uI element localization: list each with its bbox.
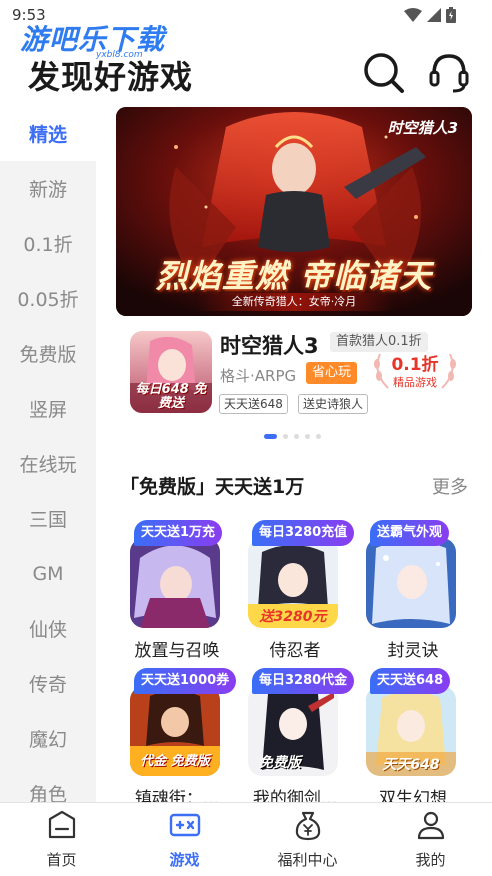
featured-chip-daily-648: 天天送648 xyxy=(219,394,288,414)
game-card[interactable]: 天天送1000券 代金 免费版 镇魂街：... xyxy=(118,660,237,809)
game-icon: 代金 免费版 xyxy=(130,686,220,776)
sidebar-item-new-games[interactable]: 新游 xyxy=(0,161,96,216)
game-icon: 免费版 xyxy=(248,686,338,776)
headset-icon xyxy=(429,54,469,93)
banner-game-logo: 时空猎人3 xyxy=(387,119,458,137)
sidebar-item-portrait[interactable]: 竖屏 xyxy=(0,381,96,436)
discount-label: 精品游戏 xyxy=(393,376,437,389)
nav-home[interactable]: 首页 xyxy=(0,803,123,876)
game-card[interactable]: 天天送648 天天648 双生幻想 xyxy=(354,660,472,809)
nav-mine[interactable]: 我的 xyxy=(369,803,492,876)
nav-home-label: 首页 xyxy=(46,851,77,869)
featured-chip-epic-wolf: 送史诗狼人 xyxy=(298,394,369,414)
game-icon-overlay: 天天648 xyxy=(382,757,440,773)
game-tag: 每日3280充值 xyxy=(252,520,355,546)
game-icon xyxy=(366,538,456,628)
game-tag: 天天送648 xyxy=(370,668,451,694)
banner-pager xyxy=(264,434,321,439)
game-icon-overlay: 免费版 xyxy=(259,755,301,771)
sidebar-item-three-kingdoms[interactable]: 三国 xyxy=(0,491,96,546)
game-artwork xyxy=(366,538,456,628)
featured-game-tag: 省心玩 xyxy=(306,362,358,384)
discount-badge: 0.1折 精品游戏 xyxy=(370,346,460,394)
game-card[interactable]: 每日3280代金 免费版 我的御剑... xyxy=(236,660,355,809)
discount-value: 0.1折 xyxy=(391,355,439,375)
signal-icon xyxy=(427,8,441,22)
banner-subtitle: 全新传奇猎人：女帝·冷月 xyxy=(196,293,392,311)
pager-dot[interactable] xyxy=(283,434,288,439)
game-tag: 送霸气外观 xyxy=(370,520,450,546)
banner-slogan: 烈焰重燃 帝临诸天 xyxy=(155,257,433,295)
money-bag-icon xyxy=(295,811,321,841)
game-tag: 天天送1万充 xyxy=(134,520,223,546)
customer-service-button[interactable] xyxy=(428,50,470,94)
wifi-icon xyxy=(404,8,422,22)
sidebar-item-rpg[interactable]: 角色 xyxy=(0,766,96,802)
battery-icon xyxy=(446,7,456,23)
nav-welfare[interactable]: 福利中心 xyxy=(246,803,369,876)
category-sidebar: 精选 新游 0.1折 0.05折 免费版 竖屏 在线玩 三国 GM 仙侠 传奇 … xyxy=(0,106,96,802)
page-title: 发现好游戏 xyxy=(28,58,194,96)
game-artwork xyxy=(130,538,220,628)
game-name: 封灵诀 xyxy=(387,641,439,661)
game-icon xyxy=(130,538,220,628)
sidebar-item-fantasy[interactable]: 魔幻 xyxy=(0,711,96,766)
sidebar-item-featured[interactable]: 精选 xyxy=(0,106,96,161)
nav-games-label: 游戏 xyxy=(169,851,200,869)
home-icon xyxy=(48,810,76,839)
sidebar-item-0-1-discount[interactable]: 0.1折 xyxy=(0,216,96,271)
game-tag: 天天送1000券 xyxy=(134,668,237,694)
search-button[interactable] xyxy=(362,50,406,94)
game-card[interactable]: 每日3280充值 送3280元 侍忍者 xyxy=(236,512,355,661)
game-icon: 天天648 xyxy=(366,686,456,776)
section-title: 「免费版」天天送1万 xyxy=(120,476,305,498)
gamepad-icon xyxy=(169,813,201,837)
sidebar-item-xianxia[interactable]: 仙侠 xyxy=(0,601,96,656)
game-name: 放置与召唤 xyxy=(134,641,220,661)
sidebar-item-0-05-discount[interactable]: 0.05折 xyxy=(0,271,96,326)
pager-dot-active[interactable] xyxy=(264,434,277,439)
pager-dot[interactable] xyxy=(316,434,321,439)
promo-banner[interactable]: 时空猎人3 烈焰重燃 帝临诸天 全新传奇猎人：女帝·冷月 xyxy=(116,107,472,316)
game-tag: 每日3280代金 xyxy=(252,668,355,694)
featured-game-genre: 格斗·ARPG xyxy=(220,367,297,385)
nav-games[interactable]: 游戏 xyxy=(123,803,246,876)
pager-dot[interactable] xyxy=(305,434,310,439)
featured-game-icon[interactable]: 每日648 免费送 xyxy=(130,331,212,413)
featured-icon-caption: 每日648 免费送 xyxy=(135,382,207,411)
section-more-link[interactable]: 更多 xyxy=(432,473,468,499)
bottom-nav: 首页 游戏 福利中心 我的 xyxy=(0,802,492,876)
nav-mine-label: 我的 xyxy=(415,851,446,869)
game-card[interactable]: 送霸气外观 封灵诀 xyxy=(354,512,472,661)
pager-dot[interactable] xyxy=(294,434,299,439)
game-icon: 送3280元 xyxy=(248,538,338,628)
sidebar-item-online-play[interactable]: 在线玩 xyxy=(0,436,96,491)
user-icon xyxy=(417,811,445,840)
game-card[interactable]: 天天送1万充 放置与召唤 xyxy=(118,512,236,661)
game-icon-overlay: 代金 免费版 xyxy=(140,754,210,769)
sidebar-item-gm[interactable]: GM xyxy=(0,546,96,601)
sidebar-item-free-version[interactable]: 免费版 xyxy=(0,326,96,381)
search-icon xyxy=(364,53,404,93)
game-name: 侍忍者 xyxy=(269,641,321,661)
sidebar-item-legend[interactable]: 传奇 xyxy=(0,656,96,711)
nav-welfare-label: 福利中心 xyxy=(277,851,338,869)
game-icon-overlay: 送3280元 xyxy=(259,609,327,625)
status-icons xyxy=(404,7,456,23)
featured-game-name[interactable]: 时空猎人3 xyxy=(220,330,319,360)
